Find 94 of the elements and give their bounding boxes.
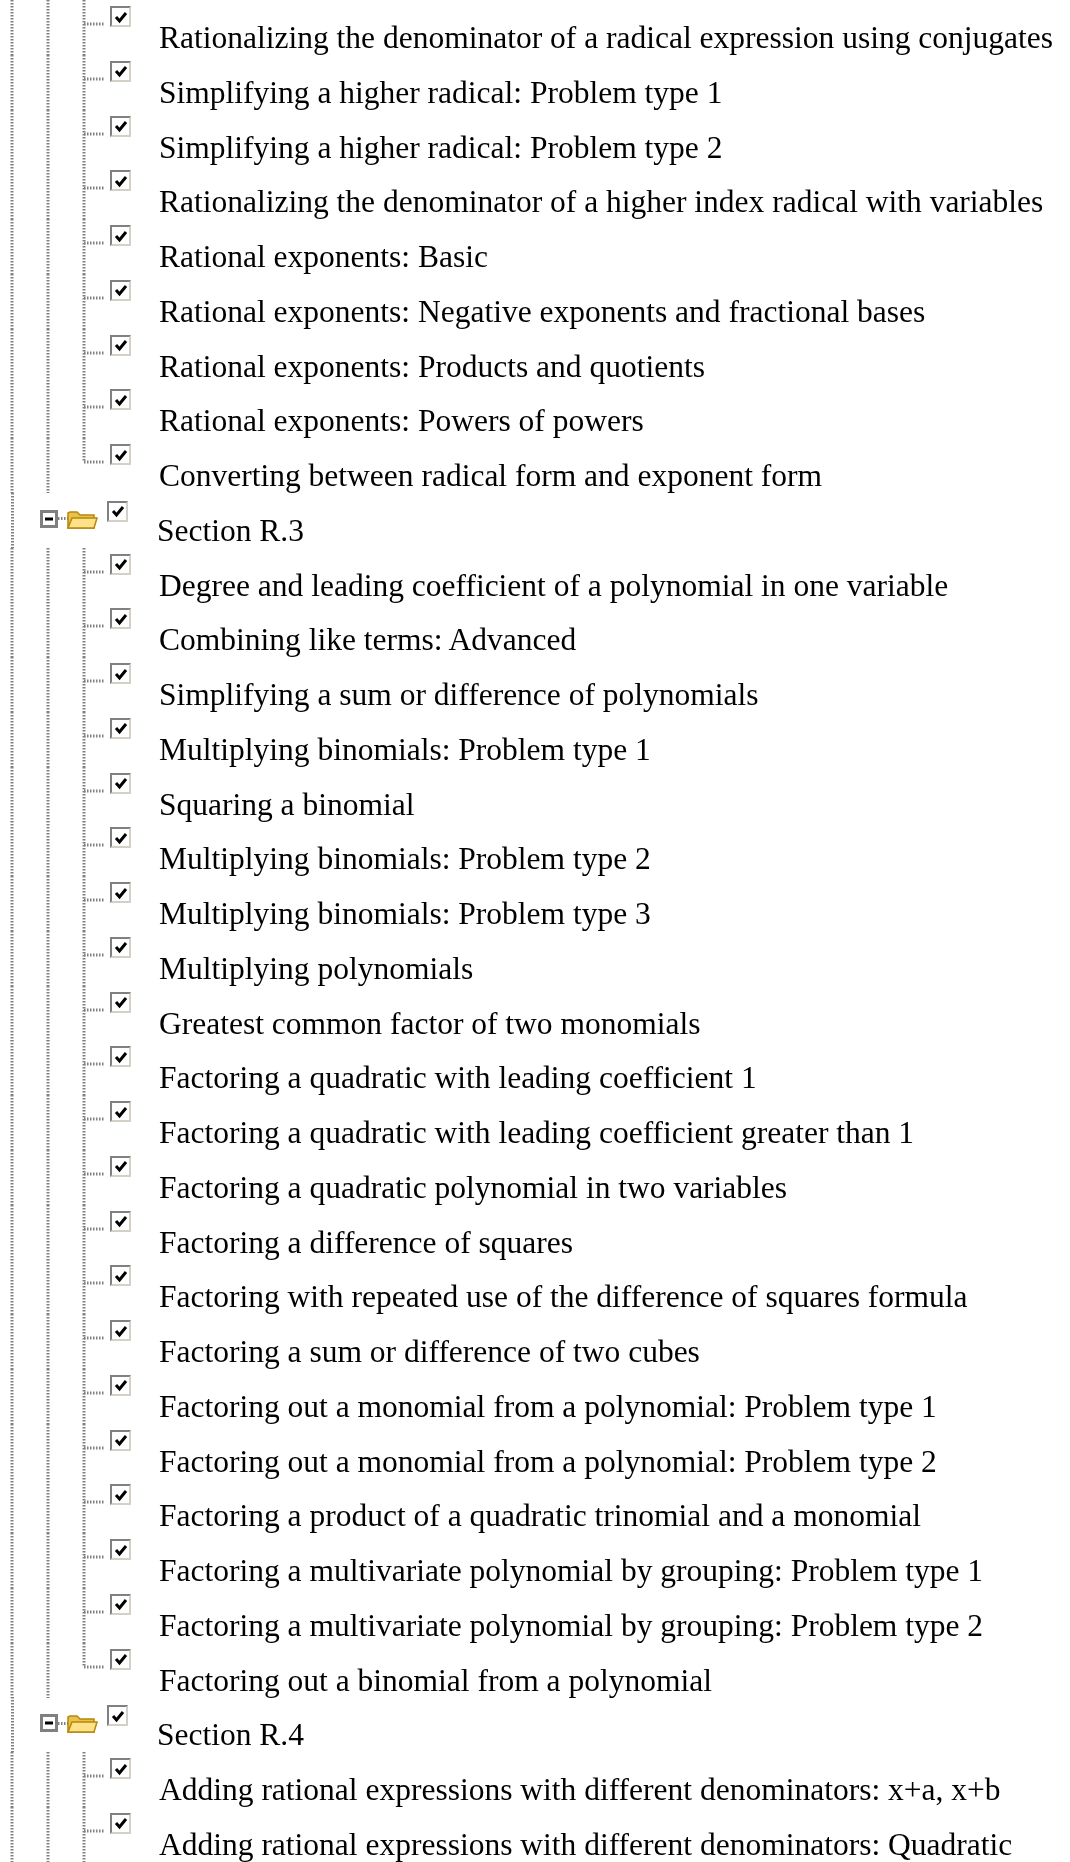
checkmark-icon bbox=[112, 1377, 129, 1394]
minus-icon bbox=[40, 509, 58, 528]
checkbox[interactable] bbox=[110, 1101, 131, 1122]
skill-label: Factoring a difference of squares bbox=[159, 1226, 573, 1259]
checkmark-icon bbox=[112, 118, 129, 134]
checkmark-icon bbox=[112, 1158, 129, 1175]
checkmark-icon bbox=[112, 994, 129, 1010]
checkbox[interactable] bbox=[110, 60, 131, 82]
checkmark-icon bbox=[112, 337, 129, 353]
checkbox[interactable] bbox=[110, 1155, 131, 1177]
checkbox[interactable] bbox=[107, 1705, 128, 1727]
minus-icon bbox=[40, 1714, 58, 1733]
checkbox[interactable] bbox=[110, 936, 131, 958]
skill-label: Multiplying binomials: Problem type 1 bbox=[159, 733, 651, 766]
collapse-toggle[interactable] bbox=[40, 509, 58, 528]
checkbox[interactable] bbox=[110, 717, 131, 739]
skill-label: Factoring out a monomial from a polynomial: Problem type 1 bbox=[159, 1390, 937, 1423]
checkbox[interactable] bbox=[107, 500, 128, 522]
checkbox[interactable] bbox=[110, 6, 131, 27]
skill-label: Degree and leading coefficient of a polynomial in one variable bbox=[159, 569, 949, 602]
skill-label: Converting between radical form and exponent form bbox=[159, 460, 823, 492]
checkbox[interactable] bbox=[110, 553, 131, 575]
skill-label: Factoring a quadratic polynomial in two variables bbox=[159, 1171, 788, 1204]
skill-label: Combining like terms: Advanced bbox=[159, 624, 577, 657]
checkbox[interactable] bbox=[110, 1758, 131, 1779]
skill-label: Rational exponents: Negative exponents and fractional bases bbox=[159, 295, 926, 328]
checkbox[interactable] bbox=[110, 170, 131, 192]
checkmark-icon bbox=[112, 1213, 129, 1229]
skill-label: Adding rational expressions with different denominators: Quadratic bbox=[159, 1828, 1013, 1861]
section-label: Section R.3 bbox=[157, 514, 304, 547]
skill-label: Greatest common factor of two monomials bbox=[159, 1007, 701, 1040]
tree-guide-line bbox=[11, 1697, 14, 1753]
collapse-toggle[interactable] bbox=[40, 1714, 58, 1733]
checkmark-icon bbox=[112, 1651, 129, 1667]
checkmark-icon bbox=[112, 720, 129, 737]
skill-label: Rational exponents: Powers of powers bbox=[159, 405, 644, 438]
checkbox[interactable] bbox=[110, 608, 131, 630]
checkbox[interactable] bbox=[110, 772, 131, 794]
checkbox[interactable] bbox=[110, 1046, 131, 1068]
checkbox[interactable] bbox=[110, 389, 131, 411]
skill-label: Rational exponents: Products and quotients bbox=[159, 350, 705, 383]
checkbox[interactable] bbox=[110, 1320, 131, 1341]
checkbox[interactable] bbox=[110, 827, 131, 849]
checkmark-icon bbox=[112, 1596, 129, 1613]
checkmark-icon bbox=[112, 939, 129, 956]
checkmark-icon bbox=[112, 1432, 129, 1448]
skill-label: Multiplying binomials: Problem type 2 bbox=[159, 843, 651, 876]
checkbox[interactable] bbox=[110, 1484, 131, 1506]
skill-label: Multiplying binomials: Problem type 3 bbox=[159, 898, 651, 930]
tree-connector-line bbox=[58, 517, 68, 521]
checkbox[interactable] bbox=[110, 1648, 131, 1670]
checkbox[interactable] bbox=[110, 663, 131, 684]
checkbox[interactable] bbox=[110, 279, 131, 301]
skill-label: Factoring a sum or difference of two cubes bbox=[159, 1336, 700, 1368]
checkbox[interactable] bbox=[110, 1812, 131, 1834]
checkbox[interactable] bbox=[110, 115, 131, 137]
tree-connector-line bbox=[58, 1721, 68, 1725]
skill-label: Factoring out a binomial from a polynomial bbox=[159, 1664, 712, 1697]
checkbox[interactable] bbox=[110, 1539, 131, 1560]
section-label: Section R.4 bbox=[157, 1719, 304, 1752]
skill-label: Simplifying a higher radical: Problem type 1 bbox=[159, 76, 723, 109]
checkbox[interactable] bbox=[110, 225, 131, 246]
skill-label: Factoring a multivariate polynomial by grouping: Problem type 1 bbox=[159, 1555, 984, 1587]
skill-label: Rationalizing the denominator of a higher index radical with variables bbox=[159, 186, 1044, 219]
skill-label: Multiplying polynomials bbox=[159, 952, 474, 985]
skill-label: Factoring a product of a quadratic trinomial and a monomial bbox=[159, 1500, 921, 1533]
checkbox[interactable] bbox=[110, 334, 131, 356]
checkbox[interactable] bbox=[110, 1210, 131, 1232]
checkbox[interactable] bbox=[110, 1593, 131, 1615]
skill-label: Adding rational expressions with different denominators: x+a, x+b bbox=[159, 1774, 1001, 1806]
folder-icon bbox=[66, 1712, 98, 1735]
checkmark-icon bbox=[112, 556, 129, 572]
skill-label: Rationalizing the denominator of a radical expression using conjugates bbox=[159, 22, 1053, 54]
skill-label: Rational exponents: Basic bbox=[159, 241, 488, 273]
checkbox[interactable] bbox=[110, 1265, 131, 1287]
skill-label: Simplifying a sum or difference of polynomials bbox=[159, 679, 759, 711]
skill-label: Squaring a binomial bbox=[159, 788, 415, 821]
checkbox[interactable] bbox=[110, 1374, 131, 1396]
skill-label: Factoring with repeated use of the difference of squares formula bbox=[159, 1281, 968, 1314]
skill-label: Factoring out a monomial from a polynomial: Problem type 2 bbox=[159, 1445, 937, 1478]
tree-guide-line bbox=[11, 492, 14, 548]
skill-label: Factoring a quadratic with leading coefficient 1 bbox=[159, 1062, 757, 1095]
skill-label: Simplifying a higher radical: Problem type 2 bbox=[159, 131, 723, 164]
skill-label: Factoring a multivariate polynomial by grouping: Problem type 2 bbox=[159, 1609, 984, 1642]
checkmark-icon bbox=[112, 775, 129, 791]
checkbox[interactable] bbox=[110, 882, 131, 903]
checkbox[interactable] bbox=[110, 1429, 131, 1451]
checkmark-icon bbox=[112, 1815, 129, 1832]
checkbox[interactable] bbox=[110, 444, 131, 465]
checkbox[interactable] bbox=[110, 991, 131, 1013]
checkmark-icon bbox=[112, 63, 129, 80]
skill-label: Factoring a quadratic with leading coefficient greater than 1 bbox=[159, 1117, 915, 1149]
checkmark-icon bbox=[109, 503, 126, 520]
checkmark-icon bbox=[112, 282, 129, 299]
